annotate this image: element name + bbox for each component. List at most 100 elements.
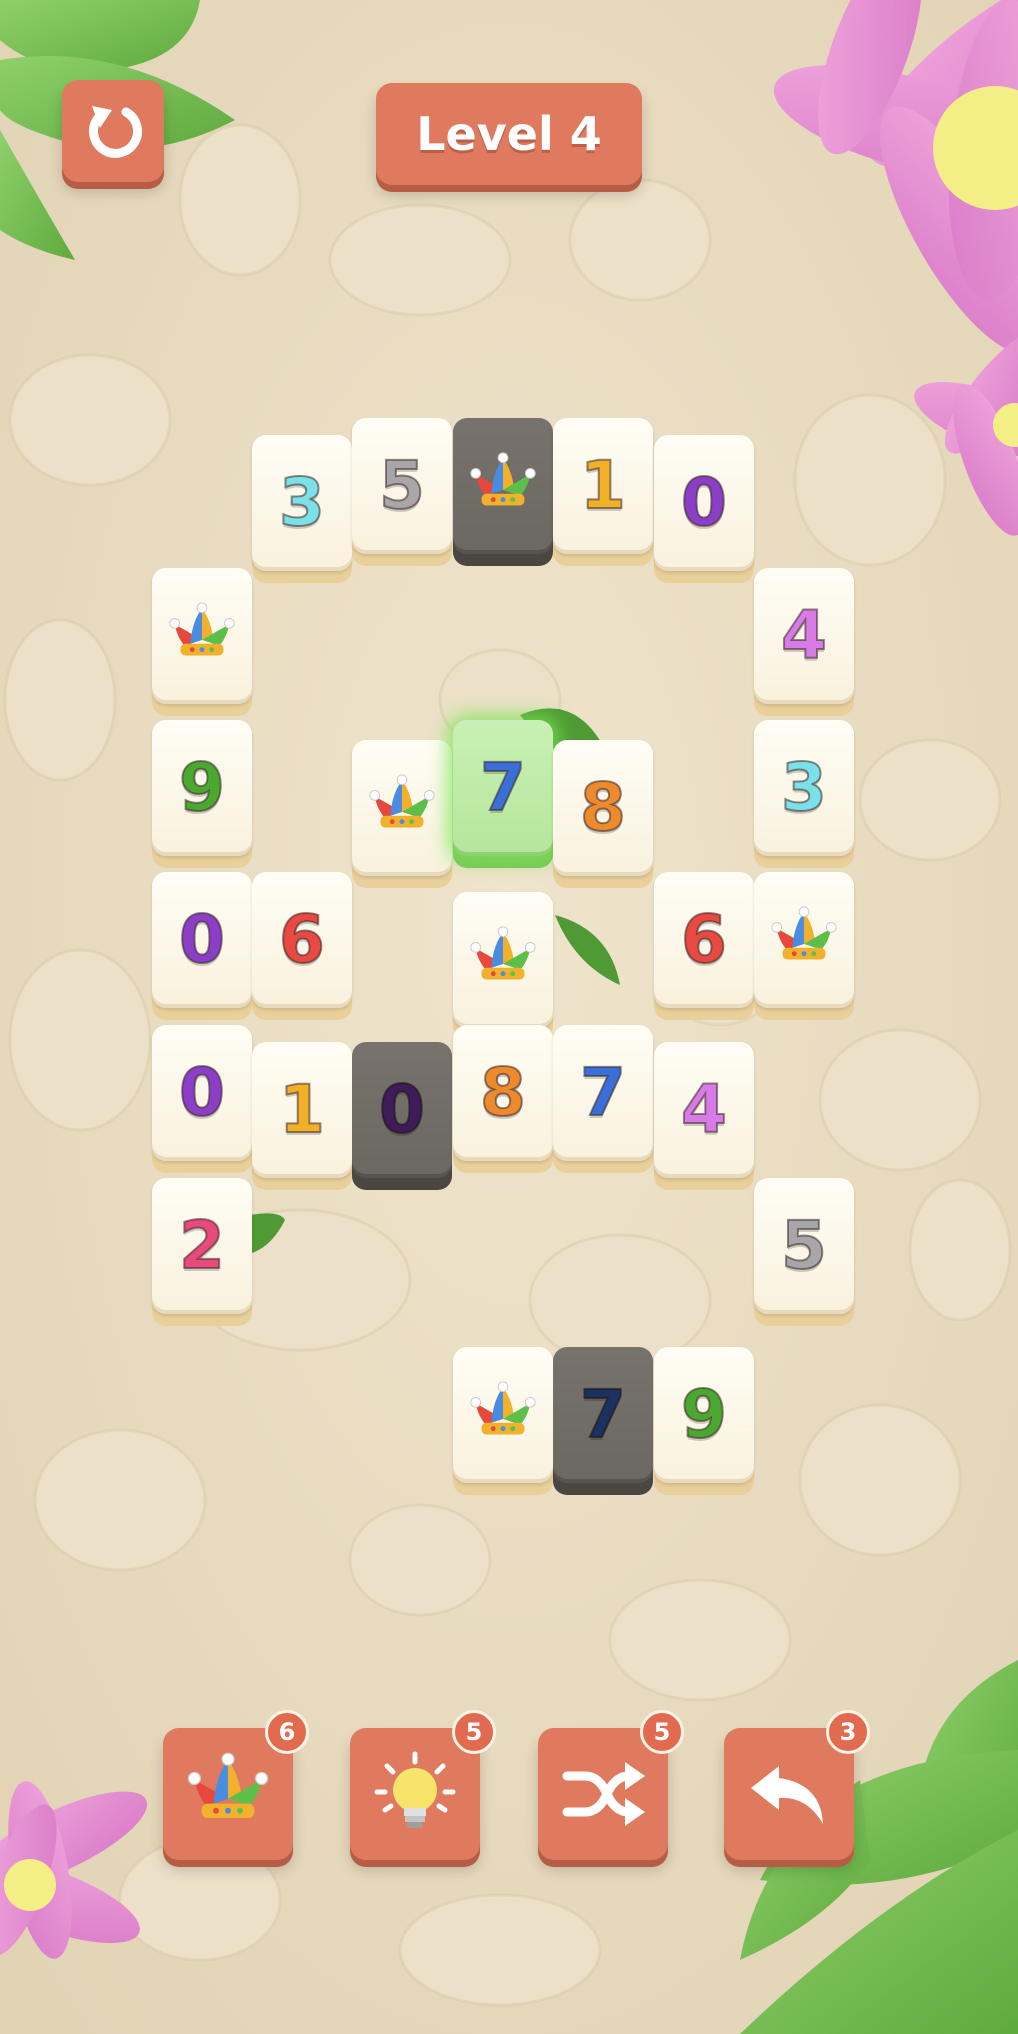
jester-hat-icon	[470, 926, 536, 980]
hint-count-badge: 5	[452, 1710, 496, 1754]
tile-face: 3	[252, 435, 352, 571]
game-tile[interactable]	[754, 872, 854, 1022]
tile-number: 4	[780, 597, 828, 674]
joker-powerup-button[interactable]: 6	[163, 1710, 309, 1860]
tile-face: 6	[654, 872, 754, 1008]
jester-hat-icon	[187, 1752, 269, 1818]
tile-number: 9	[680, 1376, 728, 1453]
tile-face: 1	[252, 1042, 352, 1178]
tile-face	[152, 568, 252, 704]
game-tile[interactable]: 1	[553, 418, 653, 568]
tile-number: 6	[680, 901, 728, 978]
game-tile[interactable]: 8	[553, 740, 653, 890]
tile-number: 1	[278, 1071, 326, 1148]
game-tile[interactable]: 6	[654, 872, 754, 1022]
jester-hat-icon	[771, 906, 837, 960]
joker-count-badge: 6	[265, 1710, 309, 1754]
game-tile[interactable]: 1	[252, 1042, 352, 1192]
game-tile[interactable]: 0	[152, 1025, 252, 1175]
tile-number: 2	[178, 1207, 226, 1284]
game-tile[interactable]: 2	[152, 1178, 252, 1328]
game-tile[interactable]: 4	[654, 1042, 754, 1192]
level-banner: Level 4	[376, 83, 642, 185]
tile-face: 3	[754, 720, 854, 856]
tile-face: 5	[754, 1178, 854, 1314]
tile-number: 8	[479, 1054, 527, 1131]
hint-powerup-button[interactable]: 5	[350, 1710, 496, 1860]
tile-number: 7	[579, 1054, 627, 1131]
tile-face: 0	[152, 872, 252, 1008]
tile-number: 6	[278, 901, 326, 978]
game-tile[interactable]	[453, 892, 553, 1042]
tile-face: 6	[252, 872, 352, 1008]
tile-number: 5	[378, 447, 426, 524]
game-tile[interactable]	[352, 740, 452, 890]
game-tile[interactable]	[453, 1347, 553, 1497]
tile-number: 5	[780, 1207, 828, 1284]
tile-number: 4	[680, 1071, 728, 1148]
tile-number: 7	[579, 1376, 627, 1453]
tile-face: 4	[654, 1042, 754, 1178]
game-tile[interactable]	[152, 568, 252, 718]
tile-face: 7	[553, 1025, 653, 1161]
undo-arrow-icon	[751, 1766, 823, 1824]
tile-number: 7	[479, 749, 527, 826]
shuffle-count-badge: 5	[640, 1710, 684, 1754]
tile-face: 0	[654, 435, 754, 571]
game-tile[interactable]: 8	[453, 1025, 553, 1175]
game-tile[interactable]: 0	[654, 435, 754, 585]
game-tile[interactable]: 7	[553, 1347, 653, 1497]
jester-hat-icon	[369, 774, 435, 828]
tile-face: 7	[453, 720, 553, 856]
game-tile[interactable]: 9	[654, 1347, 754, 1497]
tile-number: 0	[178, 901, 226, 978]
game-tile[interactable]: 3	[754, 720, 854, 870]
game-tile[interactable]: 5	[754, 1178, 854, 1328]
tile-number: 8	[579, 769, 627, 846]
game-tile[interactable]: 0	[352, 1042, 452, 1192]
tile-number: 3	[278, 464, 326, 541]
shuffle-icon	[562, 1762, 645, 1826]
restart-button[interactable]	[62, 80, 164, 182]
game-tile[interactable]: 9	[152, 720, 252, 870]
game-tile[interactable]: 7	[453, 720, 553, 870]
tile-face	[453, 892, 553, 1028]
tile-number: 3	[780, 749, 828, 826]
level-title: Level 4	[416, 107, 602, 161]
tile-face: 5	[352, 418, 452, 554]
game-tile[interactable]: 3	[252, 435, 352, 585]
tile-face: 0	[352, 1042, 452, 1178]
tile-face: 9	[654, 1347, 754, 1483]
tile-number: 9	[178, 749, 226, 826]
tile-face	[453, 418, 553, 554]
tile-face: 1	[553, 418, 653, 554]
shuffle-powerup-button[interactable]: 5	[538, 1710, 684, 1860]
tile-number: 0	[178, 1054, 226, 1131]
tile-face: 9	[152, 720, 252, 856]
tile-number: 0	[680, 464, 728, 541]
jester-hat-icon	[169, 602, 235, 656]
tile-face: 8	[453, 1025, 553, 1161]
jester-hat-icon	[470, 1381, 536, 1435]
tile-face: 7	[553, 1347, 653, 1483]
jester-hat-icon	[470, 452, 536, 506]
undo-count-badge: 3	[826, 1710, 870, 1754]
tile-face	[754, 872, 854, 1008]
game-tile[interactable]: 0	[152, 872, 252, 1022]
undo-powerup-button[interactable]: 3	[724, 1710, 870, 1860]
game-tile[interactable]: 6	[252, 872, 352, 1022]
game-tile[interactable]: 7	[553, 1025, 653, 1175]
tile-number: 1	[579, 447, 627, 524]
tile-face	[352, 740, 452, 876]
restart-icon	[89, 106, 142, 158]
game-tile[interactable]: 4	[754, 568, 854, 718]
tile-face: 0	[152, 1025, 252, 1161]
game-tile[interactable]	[453, 418, 553, 568]
tile-face: 8	[553, 740, 653, 876]
game-tile[interactable]: 5	[352, 418, 452, 568]
tile-number: 0	[378, 1071, 426, 1148]
tile-face: 4	[754, 568, 854, 704]
lightbulb-icon	[374, 1751, 456, 1828]
tile-face	[453, 1347, 553, 1483]
tile-face: 2	[152, 1178, 252, 1314]
